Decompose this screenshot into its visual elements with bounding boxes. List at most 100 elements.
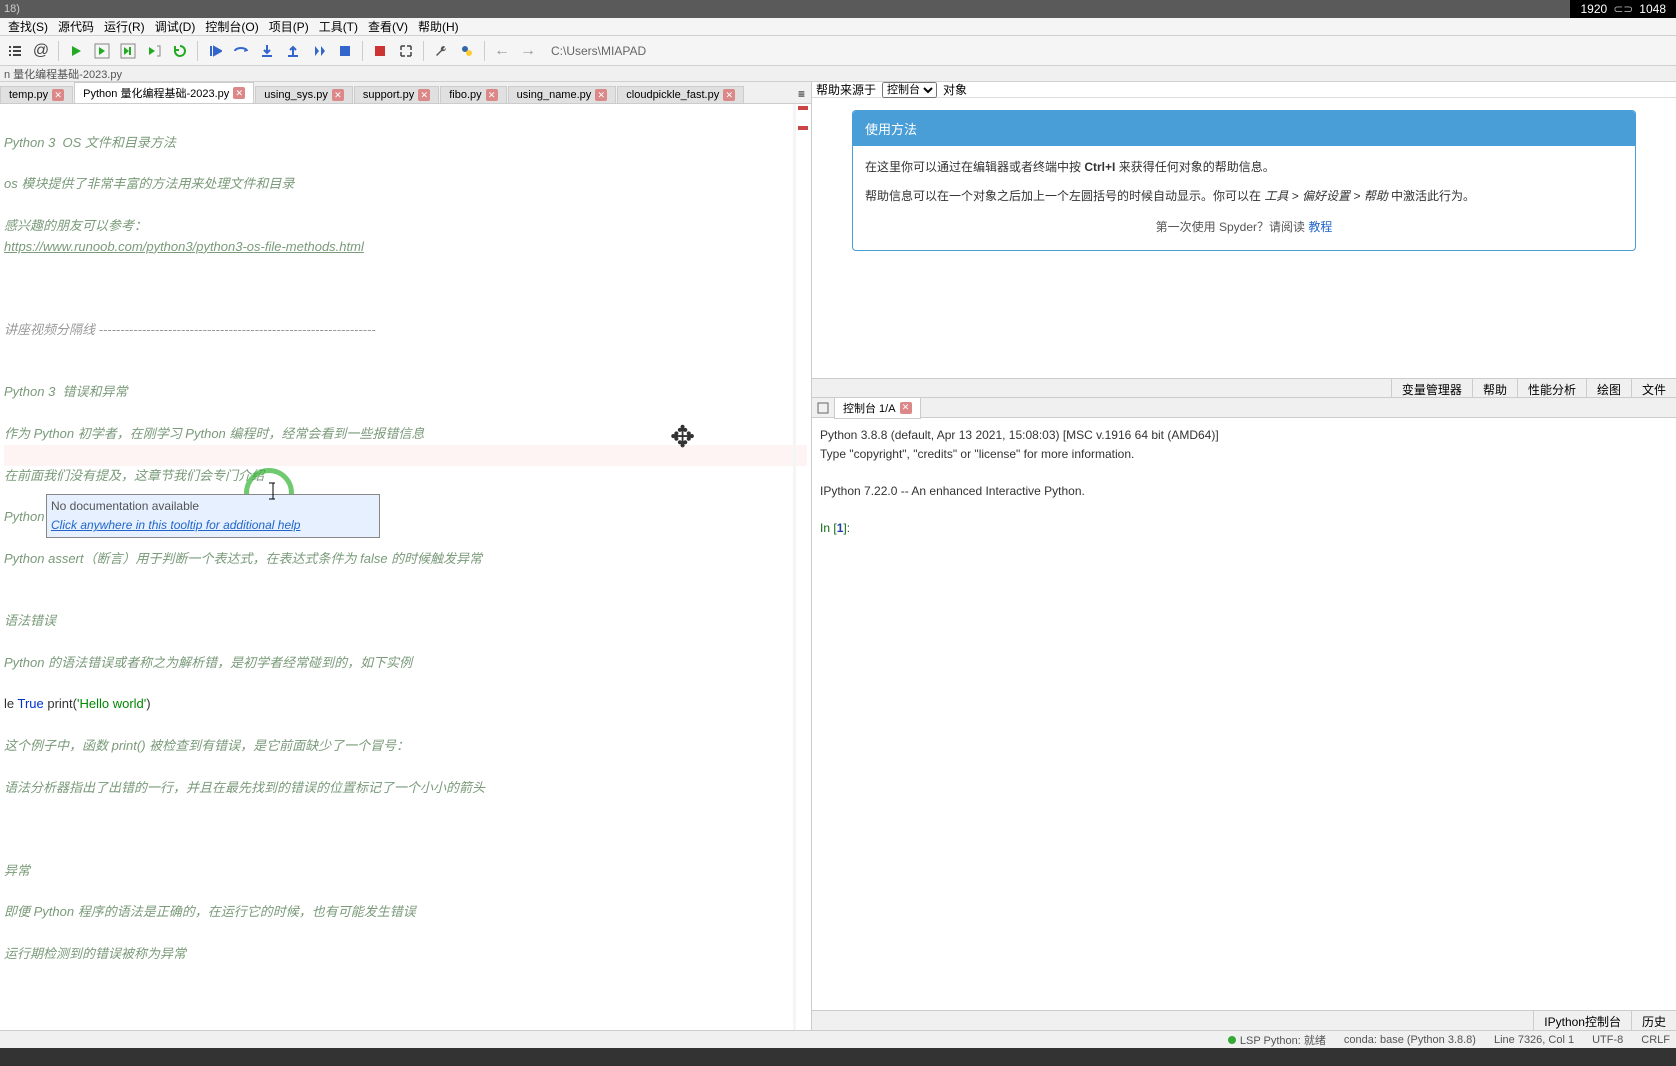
step-out-icon[interactable] (282, 40, 304, 62)
res-h: 1048 (1639, 2, 1666, 16)
forward-icon[interactable]: → (517, 40, 539, 62)
tab-history[interactable]: 历史 (1631, 1011, 1676, 1030)
menu-help[interactable]: 帮助(H) (414, 18, 463, 35)
link-icon: ⊂⊃ (1613, 2, 1633, 16)
console-output[interactable]: Python 3.8.8 (default, Apr 13 2021, 15:0… (812, 418, 1676, 1010)
help-header: 帮助来源于 控制台 对象 (812, 82, 1676, 98)
tab-profiler[interactable]: 性能分析 (1517, 379, 1586, 397)
help-source-select[interactable]: 控制台 (882, 82, 937, 98)
tab-main[interactable]: Python 量化编程基础-2023.py ✕ (74, 82, 254, 103)
code-line: 语法错误 (4, 611, 807, 632)
menu-tools[interactable]: 工具(T) (315, 18, 362, 35)
console-area: 控制台 1/A ✕ Python 3.8.8 (default, Apr 13 … (812, 398, 1676, 1030)
tab-cloudpickle[interactable]: cloudpickle_fast.py ✕ (617, 86, 744, 103)
tab-support[interactable]: support.py✕ (354, 86, 439, 103)
tutorial-link[interactable]: 教程 (1308, 220, 1332, 234)
tab-label: cloudpickle_fast.py (626, 89, 719, 101)
console-tab[interactable]: 控制台 1/A ✕ (834, 397, 921, 419)
tooltip-link[interactable]: Click anywhere in this tooltip for addit… (51, 516, 375, 535)
status-line-col[interactable]: Line 7326, Col 1 (1494, 1034, 1574, 1046)
status-dot-icon (1228, 1036, 1236, 1044)
at-icon[interactable]: @ (30, 40, 52, 62)
run-cell-advance-icon[interactable] (117, 40, 139, 62)
scrollbar[interactable] (793, 104, 811, 1030)
tab-label: Python 量化编程基础-2023.py (83, 85, 229, 101)
close-icon[interactable]: ✕ (332, 89, 344, 101)
doc-tooltip[interactable]: No documentation available Click anywher… (46, 494, 380, 538)
continue-icon[interactable] (308, 40, 330, 62)
os-titlebar: 18) (0, 0, 1676, 18)
stop-debug-icon[interactable] (334, 40, 356, 62)
back-icon[interactable]: ← (491, 40, 513, 62)
path-display[interactable]: C:\Users\MIAPAD (551, 44, 1672, 58)
menu-view[interactable]: 查看(V) (364, 18, 412, 35)
menu-debug[interactable]: 调试(D) (151, 18, 200, 35)
menu-find[interactable]: 查找(S) (4, 18, 52, 35)
close-icon[interactable]: ✕ (418, 89, 430, 101)
console-tabs: 控制台 1/A ✕ (812, 398, 1676, 418)
tab-usingname[interactable]: using_name.py✕ (508, 86, 617, 103)
status-eol[interactable]: CRLF (1641, 1034, 1670, 1046)
wrench-icon[interactable] (430, 40, 452, 62)
resolution-badge: 1920 ⊂⊃ 1048 (1570, 0, 1676, 18)
tab-label: using_sys.py (264, 89, 328, 101)
tab-temp[interactable]: temp.py ✕ (0, 86, 73, 103)
close-icon[interactable]: ✕ (723, 89, 735, 101)
status-lsp[interactable]: LSP Python: 就绪 (1228, 1032, 1326, 1048)
close-icon[interactable]: ✕ (233, 87, 245, 99)
stop-icon[interactable] (369, 40, 391, 62)
tab-label: temp.py (9, 89, 48, 101)
code-line: 语法分析器指出了出错的一行，并且在最先找到的错误的位置标记了一个小小的箭头 (4, 778, 807, 799)
code-line: 这个例子中，函数 print() 被检查到有错误，是它前面缺少了一个冒号： (4, 736, 807, 757)
debug-icon[interactable] (204, 40, 226, 62)
statusbar: LSP Python: 就绪 conda: base (Python 3.8.8… (0, 1030, 1676, 1048)
status-conda[interactable]: conda: base (Python 3.8.8) (1344, 1034, 1476, 1046)
tab-label: fibo.py (449, 89, 481, 101)
step-over-icon[interactable] (230, 40, 252, 62)
code-editor[interactable]: Python 3 OS 文件和目录方法 os 模块提供了非常丰富的方法用来处理文… (0, 104, 811, 1030)
os-taskbar[interactable] (0, 1048, 1676, 1066)
outline-icon[interactable] (4, 40, 26, 62)
help-card: 使用方法 在这里你可以通过在编辑器或者终端中按 Ctrl+I 来获得任何对象的帮… (852, 110, 1636, 251)
code-line: 即便 Python 程序的语法是正确的，在运行它的时候，也有可能发生错误 (4, 902, 807, 923)
move-cursor-icon: ✥ (670, 414, 695, 462)
expand-icon[interactable] (395, 40, 417, 62)
tab-label: using_name.py (517, 89, 592, 101)
close-icon[interactable]: ✕ (486, 89, 498, 101)
run-cell-icon[interactable] (91, 40, 113, 62)
step-into-icon[interactable] (256, 40, 278, 62)
menu-run[interactable]: 运行(R) (100, 18, 149, 35)
menu-project[interactable]: 项目(P) (265, 18, 313, 35)
tab-help[interactable]: 帮助 (1472, 379, 1517, 397)
tab-files[interactable]: 文件 (1631, 379, 1676, 397)
close-icon[interactable]: ✕ (900, 402, 912, 414)
menu-source[interactable]: 源代码 (54, 18, 98, 35)
python-icon[interactable] (456, 40, 478, 62)
status-encoding[interactable]: UTF-8 (1592, 1034, 1623, 1046)
tab-variable-explorer[interactable]: 变量管理器 (1391, 379, 1472, 397)
code-line: 在前面我们没有提及，这章节我们会专门介绍 (4, 466, 807, 487)
tab-ipython-console[interactable]: IPython控制台 (1533, 1011, 1631, 1030)
tab-fibo[interactable]: fibo.py ✕ (440, 86, 506, 103)
console-tab-label: 控制台 1/A (843, 400, 896, 416)
console-menu-icon[interactable] (816, 401, 830, 415)
console-bottom-tabs: IPython控制台 历史 (812, 1010, 1676, 1030)
rerun-icon[interactable] (169, 40, 191, 62)
right-pane-tabs: 变量管理器 帮助 性能分析 绘图 文件 (812, 378, 1676, 398)
code-line: 感兴趣的朋友可以参考： (4, 216, 807, 237)
code-separator: 讲座视频分隔线 --------------------------------… (4, 320, 807, 341)
tab-options-icon[interactable]: ≡ (792, 85, 811, 103)
right-panel: 帮助来源于 控制台 对象 使用方法 在这里你可以通过在编辑器或者终端中按 Ctr… (812, 82, 1676, 1030)
run-icon[interactable] (65, 40, 87, 62)
run-selection-icon[interactable] (143, 40, 165, 62)
help-object-label: 对象 (943, 81, 967, 98)
close-icon[interactable]: ✕ (595, 89, 607, 101)
menu-console[interactable]: 控制台(O) (201, 18, 262, 35)
tab-plots[interactable]: 绘图 (1586, 379, 1631, 397)
code-line: 运行期检测到的错误被称为异常 (4, 944, 807, 965)
tab-usingsys[interactable]: using_sys.py ✕ (255, 86, 353, 103)
close-icon[interactable]: ✕ (52, 89, 64, 101)
code-line: Python 的语法错误或者称之为解析错，是初学者经常碰到的，如下实例 (4, 653, 807, 674)
help-body: 使用方法 在这里你可以通过在编辑器或者终端中按 Ctrl+I 来获得任何对象的帮… (812, 98, 1676, 378)
help-card-title: 使用方法 (853, 111, 1635, 146)
